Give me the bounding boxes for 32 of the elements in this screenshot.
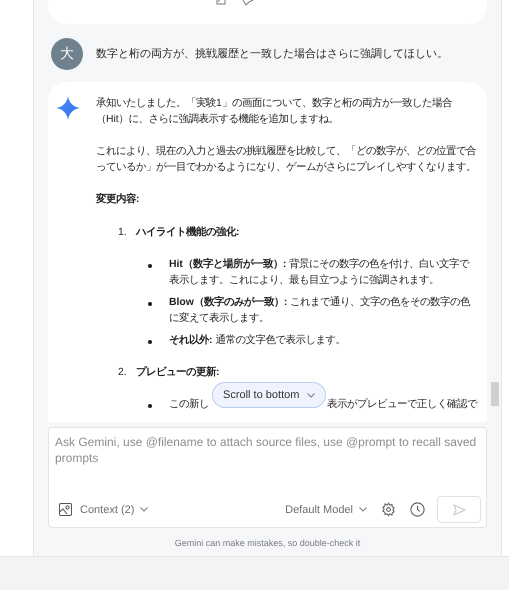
bullet-text: それ以外: 通常の文字色で表示します。 [169,333,346,348]
chevron-down-icon [140,507,148,512]
bullet-icon [146,262,153,269]
chat-input[interactable]: Ask Gemini, use @filename to attach source files, use @prompt to recall saved prompts Context (2) Default Model [48,427,487,528]
user-message: 数字と桁の両方が、挑戦履歴と一致した場合はさらに強調してほしい。 [96,46,448,60]
bullet-icon [146,300,153,307]
step-title: ハイライト機能の強化: [136,225,240,240]
send-icon [452,504,466,516]
bullet-icon [146,338,153,345]
bullet-text: この新し [169,397,209,412]
scroll-to-bottom-button[interactable]: Scroll to bottom [212,382,326,408]
chevron-down-icon [307,392,316,398]
bullet-text: Hit（数字と場所が一致）: 背景にその数字の色を付け、白い文字で表示します。これにより、最も目立つように強調されます。 [169,257,470,288]
bullet-text: Blow（数字のみが一致）: これまで通り、文字の色をその数字の色に変えて表示します。 [169,295,472,326]
response-paragraph: 承知いたしました。「実験1」の画面について、数字と桁の両方が一致した場合（Hit）に、さらに強調表示する機能を追加しますね。 [96,96,453,127]
image-icon[interactable] [59,503,72,516]
list-number: 1. [118,226,128,240]
user-avatar: 大 [51,38,83,70]
bullet-text: 表示がプレビューで正しく確認で [327,397,477,412]
sparkle-icon [56,96,80,120]
scrollbar-thumb[interactable] [491,382,499,406]
list-number: 2. [118,366,128,380]
section-heading: 変更内容: [96,192,140,207]
model-dropdown[interactable]: Default Model [285,504,367,516]
chevron-down-icon [359,507,367,512]
bullet-icon [146,402,153,409]
disclaimer-text: Gemini can make mistakes, so double-check it [174,538,362,548]
response-paragraph: これにより、現在の入力と過去の挑戦履歴を比較して、「どの数字が、どの位置で合っているか」が一目でわかるようになり、ゲームがさらにプレイしやすくなります。 [96,144,477,175]
settings-icon[interactable] [381,502,396,517]
history-icon[interactable] [410,502,425,517]
step-title: プレビューの更新: [136,365,220,380]
context-dropdown[interactable]: Context (2) [80,504,148,516]
